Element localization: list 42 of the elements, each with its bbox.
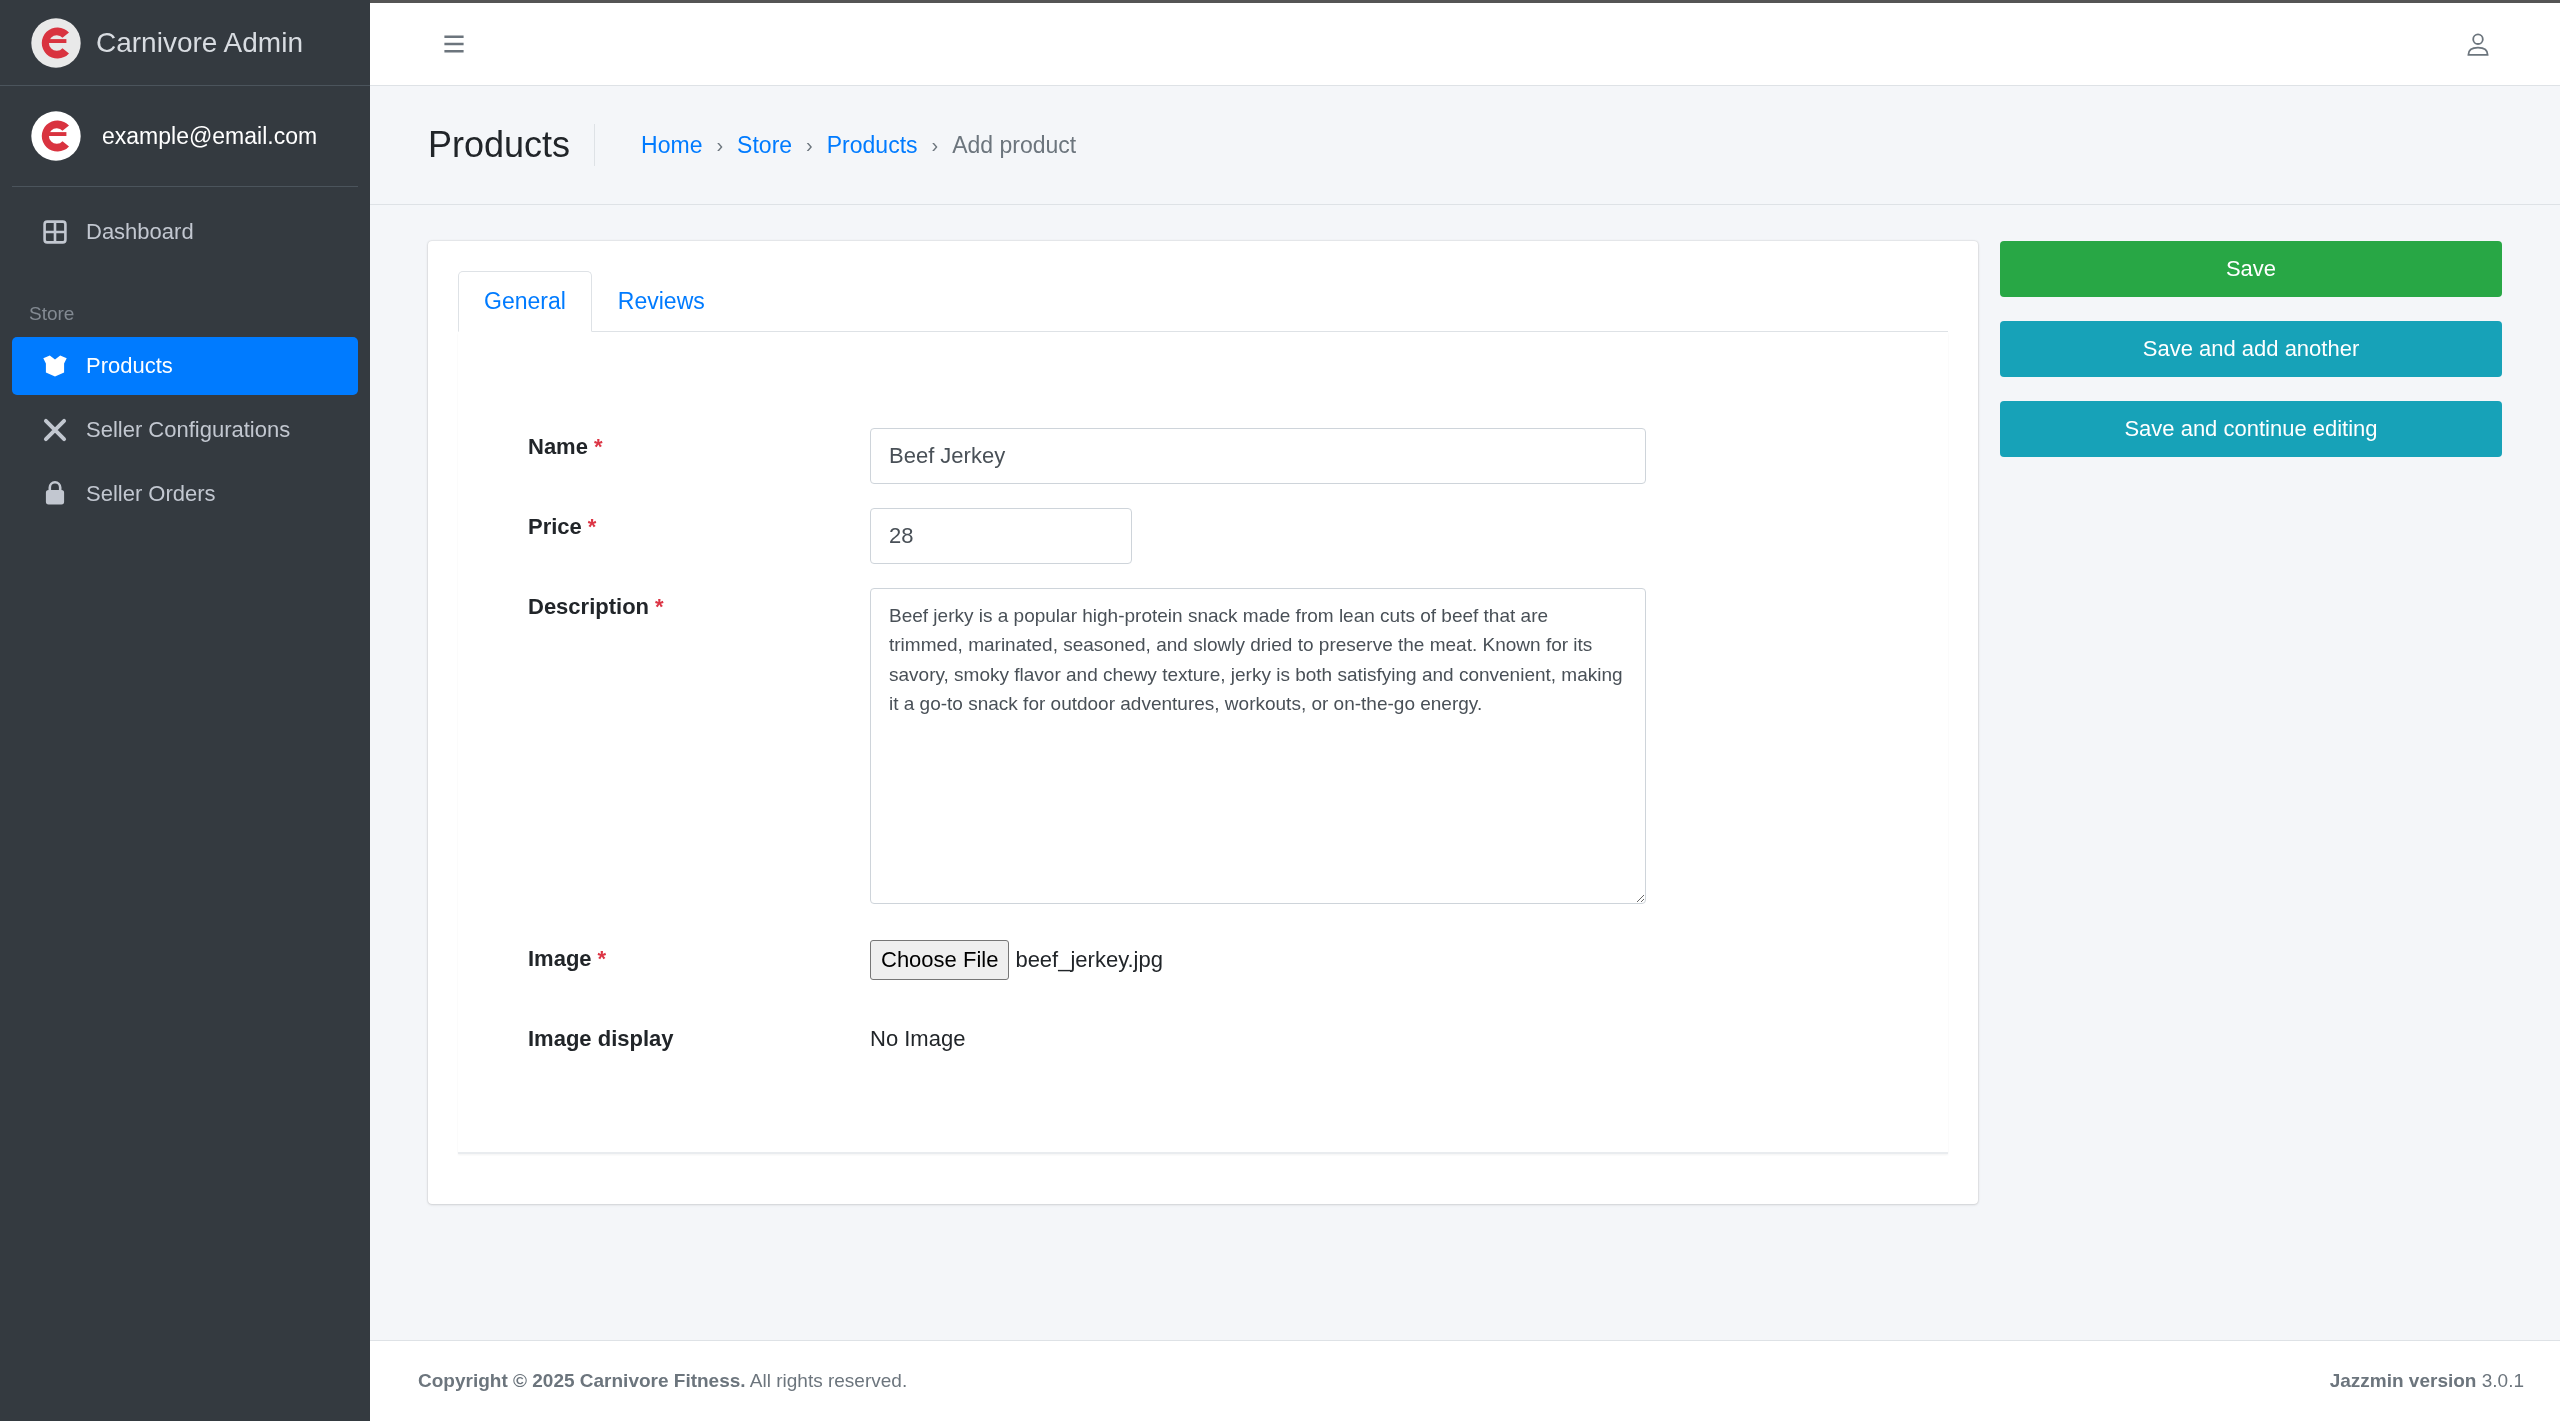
- field-label: Name: [528, 434, 588, 459]
- name-input-field[interactable]: Beef Jerkey: [870, 428, 1646, 484]
- sidebar-item[interactable]: Dashboard: [12, 203, 358, 261]
- copyright-text: Copyright © 2025 Carnivore Fitness. All rights reserved.: [418, 1370, 908, 1392]
- field-label: Price: [528, 514, 582, 539]
- tab[interactable]: Reviews: [591, 271, 731, 332]
- user-avatar-icon: [30, 110, 82, 162]
- file-name: beef_jerkey.jpg: [1015, 947, 1163, 973]
- brand-name: Carnivore Admin: [96, 26, 303, 59]
- description-textarea[interactable]: Beef jerky is a popular high-protein snack made from lean cuts of beef that are trimmed, marinated, seasoned, and slowly dried to preserve the meat. Known for its savory, smoky flavor and chewy texture, jerky is both satisfying and convenient, making it a go-to snack for outdoor adventures, workouts, or on-the-go energy.: [870, 588, 1646, 904]
- breadcrumb-separator: ›: [716, 133, 724, 157]
- field-label: Image: [528, 946, 592, 971]
- price-input-field[interactable]: 28: [870, 508, 1132, 564]
- version-text: Jazzmin version 3.0.1: [2329, 1370, 2524, 1392]
- submit-button[interactable]: Save and continue editing: [2000, 401, 2502, 457]
- breadcrumb-link[interactable]: Home: [641, 131, 703, 159]
- logo-icon: [30, 16, 82, 69]
- breadcrumb-separator: ›: [931, 133, 939, 157]
- breadcrumb-link[interactable]: Store: [737, 131, 793, 159]
- field-label: Description: [528, 594, 650, 619]
- breadcrumb-separator: ›: [806, 133, 813, 157]
- sidebar-item[interactable]: Products: [12, 337, 358, 395]
- choose-file-button[interactable]: Choose File: [870, 940, 1010, 980]
- user-icon[interactable]: [2466, 32, 2490, 56]
- required-mark: *: [655, 594, 664, 619]
- grid-icon: [42, 219, 68, 245]
- page-title: Products: [428, 124, 596, 166]
- nav-section-header: Store: [28, 302, 76, 326]
- sidebar-item[interactable]: Seller Orders: [12, 465, 358, 523]
- user-email[interactable]: example@email.com: [102, 122, 318, 150]
- field-value: No Image: [870, 1025, 966, 1052]
- tab[interactable]: General: [458, 271, 592, 332]
- required-mark: *: [587, 514, 597, 539]
- submit-button[interactable]: Save and add another: [2000, 321, 2502, 377]
- current-page-label: Add product: [952, 131, 1077, 159]
- sidebar-item[interactable]: Seller Configurations: [12, 401, 358, 459]
- field-label: Image display: [528, 1026, 674, 1051]
- required-mark: *: [593, 434, 603, 459]
- box-icon: [42, 353, 68, 379]
- breadcrumb-link[interactable]: Products: [826, 131, 918, 159]
- submit-button[interactable]: Save: [2000, 241, 2502, 297]
- required-mark: *: [597, 946, 607, 971]
